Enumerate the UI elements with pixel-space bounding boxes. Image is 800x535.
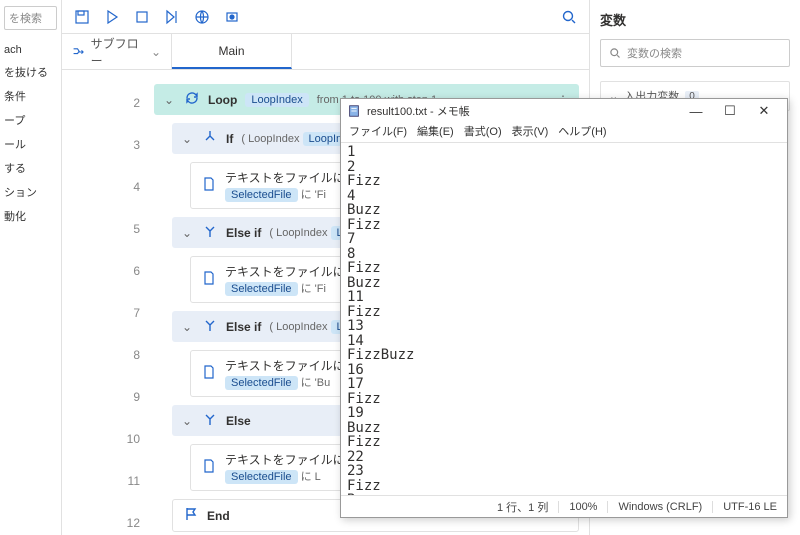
minimize-button[interactable]: — bbox=[679, 104, 713, 119]
variables-title: 変数 bbox=[600, 10, 790, 29]
notepad-content[interactable]: 1 2 Fizz 4 Buzz Fizz 7 8 Fizz Buzz 11 Fi… bbox=[341, 143, 787, 495]
chevron-down-icon[interactable]: ⌄ bbox=[182, 132, 194, 146]
subflow-dropdown[interactable]: サブフロー ⌄ bbox=[62, 34, 172, 69]
action-category[interactable]: ール bbox=[4, 132, 57, 156]
notepad-icon bbox=[347, 104, 361, 118]
actions-search[interactable]: を検索 bbox=[4, 6, 57, 30]
stop-icon[interactable] bbox=[134, 9, 150, 25]
line-number: 11 bbox=[62, 472, 140, 514]
line-number: 8 bbox=[62, 346, 140, 388]
run-icon[interactable] bbox=[104, 9, 120, 25]
action-category[interactable]: ープ bbox=[4, 108, 57, 132]
file-icon bbox=[201, 458, 217, 477]
file-icon bbox=[201, 176, 217, 195]
line-number: 5 bbox=[62, 220, 140, 262]
loop-var: LoopIndex bbox=[245, 93, 308, 107]
loop-label: Loop bbox=[208, 93, 237, 107]
recorder-icon[interactable] bbox=[224, 9, 240, 25]
menu-item[interactable]: 編集(E) bbox=[417, 123, 454, 142]
line-number: 2 bbox=[62, 94, 140, 136]
if-label: If bbox=[226, 132, 233, 146]
file-icon bbox=[201, 364, 217, 383]
chevron-down-icon[interactable]: ⌄ bbox=[182, 414, 194, 428]
toolbar bbox=[62, 0, 589, 34]
line-number: 12 bbox=[62, 514, 140, 535]
notepad-window[interactable]: result100.txt - メモ帳 — ☐ ✕ ファイル(F) 編集(E) 書式… bbox=[340, 98, 788, 518]
elseif-label: Else if bbox=[226, 226, 261, 240]
branch-icon bbox=[202, 223, 218, 242]
step-icon[interactable] bbox=[164, 9, 180, 25]
status-zoom: 100% bbox=[558, 501, 607, 513]
menu-item[interactable]: 表示(V) bbox=[512, 123, 549, 142]
save-icon[interactable] bbox=[74, 9, 90, 25]
branch-icon bbox=[202, 129, 218, 148]
line-number: 7 bbox=[62, 304, 140, 346]
notepad-menu: ファイル(F) 編集(E) 書式(O) 表示(V) ヘルプ(H) bbox=[341, 123, 787, 143]
web-icon[interactable] bbox=[194, 9, 210, 25]
line-number: 3 bbox=[62, 136, 140, 178]
close-button[interactable]: ✕ bbox=[747, 103, 781, 119]
flag-icon bbox=[183, 506, 199, 525]
line-number: 10 bbox=[62, 430, 140, 472]
search-icon bbox=[609, 47, 621, 59]
action-category[interactable]: 条件 bbox=[4, 84, 57, 108]
status-crlf: Windows (CRLF) bbox=[607, 501, 712, 513]
status-position: 1 行、1 列 bbox=[341, 499, 558, 515]
menu-item[interactable]: 書式(O) bbox=[464, 123, 502, 142]
action-category[interactable]: を抜ける bbox=[4, 60, 57, 84]
notepad-title: result100.txt - メモ帳 bbox=[367, 103, 679, 119]
notepad-titlebar[interactable]: result100.txt - メモ帳 — ☐ ✕ bbox=[341, 99, 787, 123]
status-encoding: UTF-16 LE bbox=[712, 501, 787, 513]
action-category[interactable]: ション bbox=[4, 180, 57, 204]
maximize-button[interactable]: ☐ bbox=[713, 103, 747, 119]
write-title: テキストをファイルに bbox=[225, 169, 345, 186]
tab-main[interactable]: Main bbox=[172, 34, 292, 69]
line-number: 4 bbox=[62, 178, 140, 220]
menu-item[interactable]: ファイル(F) bbox=[349, 123, 407, 142]
menu-item[interactable]: ヘルプ(H) bbox=[558, 123, 606, 142]
action-category[interactable]: ach bbox=[4, 40, 57, 60]
action-category[interactable]: 動化 bbox=[4, 204, 57, 228]
notepad-statusbar: 1 行、1 列 100% Windows (CRLF) UTF-16 LE bbox=[341, 495, 787, 517]
search-icon[interactable] bbox=[561, 9, 577, 25]
loop-icon bbox=[184, 90, 200, 109]
subflow-icon bbox=[72, 45, 85, 59]
action-category[interactable]: する bbox=[4, 156, 57, 180]
line-gutter: 23456789101112 bbox=[62, 70, 154, 535]
subflow-label: サブフロー bbox=[91, 35, 145, 69]
variables-search[interactable]: 変数の検索 bbox=[600, 39, 790, 67]
chevron-down-icon[interactable]: ⌄ bbox=[182, 320, 194, 334]
branch-icon bbox=[202, 317, 218, 336]
line-number: 9 bbox=[62, 388, 140, 430]
branch-icon bbox=[202, 411, 218, 430]
file-icon bbox=[201, 270, 217, 289]
line-number: 6 bbox=[62, 262, 140, 304]
chevron-down-icon[interactable]: ⌄ bbox=[164, 93, 176, 107]
left-panel: を検索 achを抜ける条件ープールするション動化 bbox=[0, 0, 62, 535]
chevron-down-icon[interactable]: ⌄ bbox=[182, 226, 194, 240]
